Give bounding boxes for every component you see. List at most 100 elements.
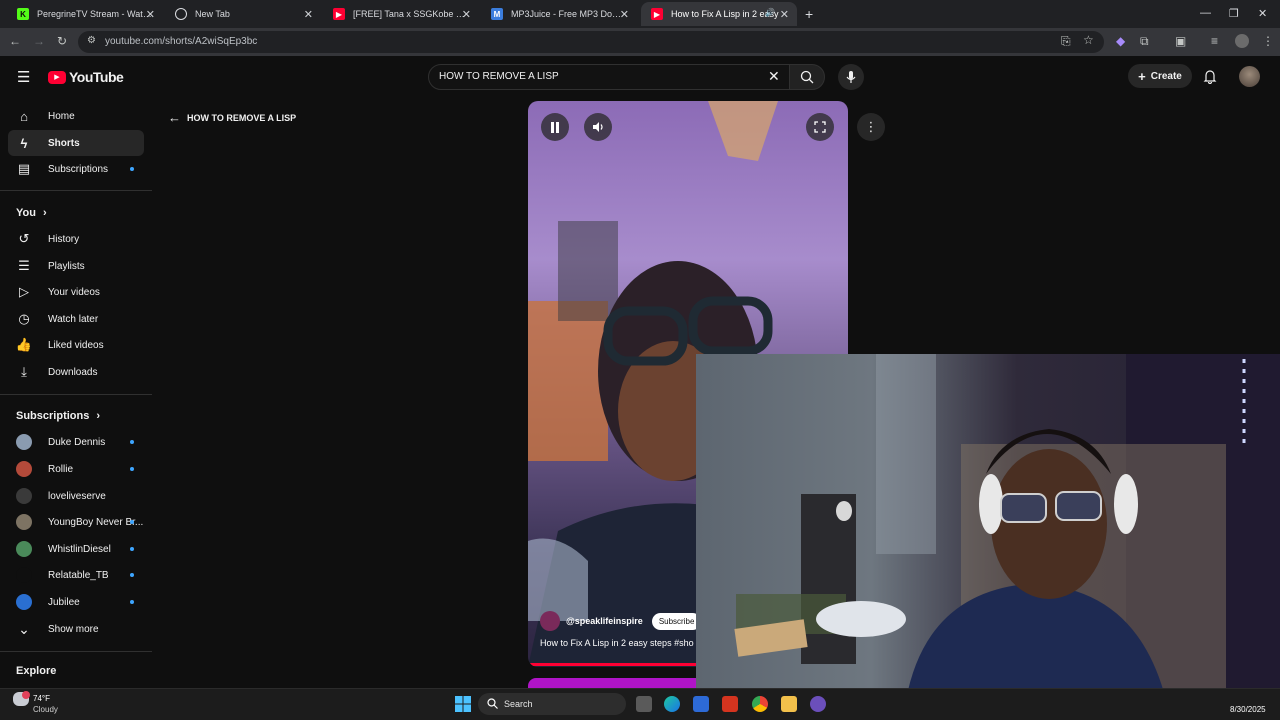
sidebar-item-label: Rollie [48,463,74,475]
explore-section-title: Explore [16,665,57,677]
windows-start-icon[interactable] [455,696,471,712]
sidebar-item[interactable]: WhistlinDiesel [8,536,144,562]
minimize-icon[interactable]: — [1200,7,1211,19]
site-info-icon[interactable]: ⚙ [87,35,96,46]
sidebar-item[interactable]: YoungBoy Never Br... [8,509,144,535]
tab-close-icon[interactable]: ✕ [780,8,789,21]
sidebar-item[interactable]: Relatable_TB [8,562,144,588]
sidebar-item[interactable]: ☰ Playlists [8,253,144,279]
microphone-icon [846,71,856,83]
sidebar-item[interactable]: ▤ Subscriptions [8,156,144,182]
notifications-bell-icon[interactable] [1203,69,1217,84]
sidebar-item-label: WhistlinDiesel [48,543,111,555]
browser-tab[interactable]: New Tab ✕ [165,2,321,26]
tab-title: New Tab [195,9,230,19]
home-icon: ⌂ [20,108,28,124]
browser-tab[interactable]: ▶ How to Fix A Lisp in 2 easy ✕ 🔊 [641,2,797,26]
pause-button[interactable] [541,113,569,141]
side-panel-icon[interactable]: ▣ [1175,34,1186,48]
downloads-icon: ⤓ [21,364,27,379]
subscriptions-section-title[interactable]: Subscriptions › [16,410,100,422]
task-view-icon[interactable] [636,696,652,712]
tab-close-icon[interactable]: ✕ [462,8,471,21]
show-more-label: Show more [48,623,99,635]
tab-favicon-icon: ▶ [333,8,345,20]
sidebar-item[interactable]: Jubilee [8,589,144,615]
weather-temp[interactable]: 74°F [33,694,50,703]
weather-desc[interactable]: Cloudy [33,705,58,714]
extensions-puzzle-icon[interactable]: ⧉ [1140,34,1149,49]
search-icon [800,70,814,84]
forward-icon[interactable]: → [33,34,45,48]
tab-close-icon[interactable]: ✕ [620,8,629,21]
sidebar-item[interactable]: loveliveserve [8,483,144,509]
sidebar-item[interactable]: Rollie [8,456,144,482]
account-avatar[interactable] [1239,66,1260,87]
reload-icon[interactable]: ↻ [57,34,67,48]
taskbar-date: 8/30/2025 [1230,705,1266,714]
sidebar-item-label: History [48,233,80,245]
create-button[interactable]: + Create [1128,64,1192,88]
tab-close-icon[interactable]: ✕ [304,8,313,21]
file-explorer-icon[interactable] [781,696,797,712]
sidebar-item-label: Playlists [48,260,85,272]
subscriptions-icon: ▤ [17,161,31,176]
search-input[interactable]: HOW TO REMOVE A LISP [439,71,559,82]
subscribe-button[interactable]: Subscribe [651,612,702,630]
sidebar-item[interactable]: ⤓ Downloads [8,359,144,385]
sidebar-item[interactable]: ↺ History [8,226,144,252]
extension-icon[interactable]: ◆ [1116,34,1125,48]
taskbar-search[interactable] [478,693,626,715]
volume-button[interactable] [584,113,612,141]
fullscreen-icon [814,121,826,133]
tab-audio-icon[interactable]: 🔊 [765,8,775,17]
browser-menu-icon[interactable]: ⋮ [1262,34,1274,48]
close-window-icon[interactable]: ✕ [1258,7,1267,20]
new-tab-button[interactable]: + [805,6,813,22]
sidebar-item[interactable]: ϟ Shorts [8,130,144,156]
back-to-results[interactable]: ← HOW TO REMOVE A LISP [168,110,296,125]
short-title[interactable]: How to Fix A Lisp in 2 easy steps #sho [540,638,694,648]
sidebar-divider [0,394,152,395]
sidebar-item[interactable]: ◷ Watch later [8,306,144,332]
you-section-title[interactable]: You › [16,207,47,219]
app-icon[interactable] [810,696,826,712]
sidebar-item[interactable]: Duke Dennis [8,429,144,455]
install-app-icon[interactable]: ⎘ [1061,34,1071,49]
hamburger-menu-icon[interactable]: ☰ [17,68,30,86]
chrome-icon[interactable] [752,696,768,712]
restore-icon[interactable]: ❐ [1229,7,1239,20]
store-icon[interactable] [693,696,709,712]
sidebar-item[interactable]: ▷ Your videos [8,279,144,305]
profile-avatar[interactable] [1235,34,1249,48]
create-label: Create [1150,70,1182,82]
url-text[interactable]: youtube.com/shorts/A2wiSqEp3bc [105,36,257,47]
shorts-icon: ϟ [20,135,28,151]
channel-avatar[interactable] [540,611,560,631]
fullscreen-button[interactable] [806,113,834,141]
sidebar-item-label: loveliveserve [48,490,106,502]
youtube-logo[interactable]: ▶ YouTube [48,69,124,85]
show-more-button[interactable]: ⌄ Show more [8,616,144,642]
media-controls-icon[interactable]: ≡ [1211,34,1218,48]
tab-close-icon[interactable]: ✕ [146,8,155,21]
sidebar-item[interactable]: 👍 Liked videos [8,332,144,358]
taskbar-search-icon [487,698,498,709]
clear-search-icon[interactable]: ✕ [768,68,780,85]
office-icon[interactable] [722,696,738,712]
back-icon[interactable]: ← [9,34,21,48]
youtube-play-icon: ▶ [48,70,66,84]
back-arrow-icon: ← [168,110,181,125]
chevron-right-icon: › [39,207,47,219]
sidebar-item[interactable]: ⌂ Home [8,103,144,129]
browser-tab[interactable]: M MP3Juice - Free MP3 Download✕ [481,2,637,26]
edge-icon[interactable] [664,696,680,712]
more-vert-icon: ⋮ [864,119,878,134]
more-actions-button[interactable]: ⋮ [857,113,885,141]
bookmark-star-icon[interactable]: ☆ [1083,33,1094,47]
sidebar-item-label: Jubilee [48,596,80,608]
channel-name[interactable]: @speaklifeinspire [566,616,643,626]
browser-tab[interactable]: K PeregrineTV Stream - Watch Li ✕ [7,2,163,26]
browser-tab[interactable]: ▶ [FREE] Tana x SSGKobe Type Be✕ [323,2,479,26]
sidebar-divider [0,651,152,652]
